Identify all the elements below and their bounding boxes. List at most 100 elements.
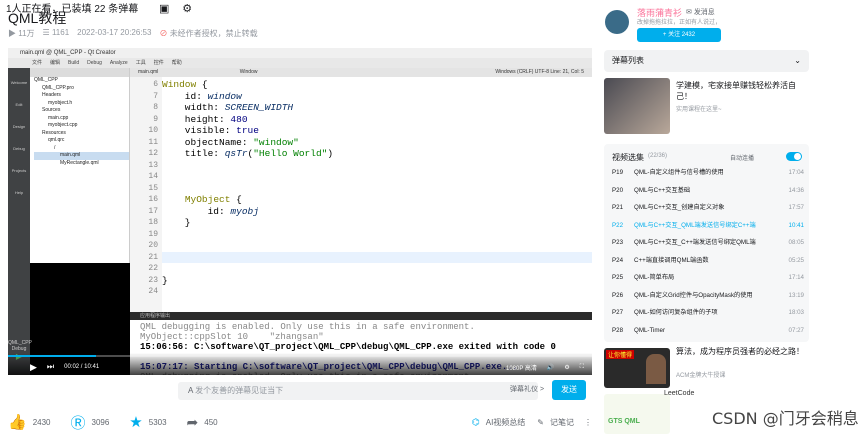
danmaku-toggle-icon[interactable]: ▣ [159, 3, 169, 15]
project-tree-item[interactable]: MyRectangle.qml [34, 160, 129, 168]
share-icon: ➦ [186, 413, 199, 430]
qt-menu-item[interactable]: Debug [87, 58, 102, 68]
view-count: ▶ 11万 [8, 29, 35, 38]
project-tree-item[interactable]: myobject.cpp [34, 122, 129, 130]
episode-number: P26 [612, 291, 624, 299]
autoplay-toggle[interactable] [786, 152, 802, 161]
episode-title: QML-自定义组件与信号槽的使用 [634, 169, 724, 176]
qt-menu-item[interactable]: Analyze [110, 58, 128, 68]
playlist-count: (22/36) [648, 153, 668, 159]
recommend-thumbnail[interactable]: 让你懂得 [604, 348, 670, 388]
recommend-thumbnail-2[interactable]: GTS QML [604, 394, 670, 434]
danmaku-list-header[interactable]: 弹幕列表 ⌄ [604, 50, 809, 72]
episode-title: QML-如何访问复杂组件的子项 [634, 309, 718, 316]
playlist-item[interactable]: P23 QML与C++交互_C++端发送信号绑定QML端 08:05 [612, 234, 804, 251]
line-number: 15 [148, 183, 158, 193]
settings-icon[interactable]: ⚙ [564, 364, 569, 371]
danmaku-settings-icon[interactable]: ⚙ [182, 3, 192, 15]
player-controls: ▶ ⏭ 00:02 / 10:41 1080P 高清 🔊 ⚙ ⛶ [8, 360, 592, 374]
danmaku-etiquette-link[interactable]: 弹幕礼仪 > [510, 384, 544, 394]
play-icon[interactable]: ▶ [30, 362, 37, 373]
episode-number: P24 [612, 256, 624, 264]
star-icon: ★ [129, 414, 143, 431]
ad-title[interactable]: 学建模，宅家接单赚钱轻松养活自己！ [676, 80, 811, 102]
playlist-item[interactable]: P27 QML-如何访问复杂组件的子项 18:03 [612, 304, 804, 321]
qt-menubar: 文件 编辑 Build Debug Analyze 工具 控件 帮助 [8, 58, 592, 68]
editor-tab-bar: main.qml Window Windows (CRLF) UTF-8 Lin… [130, 68, 592, 77]
share-button[interactable]: ➦ 450 [187, 414, 218, 431]
qt-mode-3[interactable]: Debug [8, 134, 30, 156]
danmaku-input[interactable]: A 发个友善的弹幕见证当下 [178, 382, 538, 400]
qt-menu-item[interactable]: 帮助 [172, 58, 182, 68]
project-tree-item[interactable]: main.qml [34, 152, 129, 160]
coin-button[interactable]: Ⓡ 3096 [70, 412, 109, 433]
watermark: CSDN @门牙会稍息 [712, 409, 859, 428]
next-icon[interactable]: ⏭ [47, 362, 54, 372]
qt-mode-0[interactable]: Welcome [8, 68, 30, 90]
playlist-item[interactable]: P19 QML-自定义组件与信号槽的使用 17:04 [612, 164, 804, 181]
qt-menu-item[interactable]: 编辑 [50, 58, 60, 68]
editor-tab[interactable]: main.qml [130, 69, 158, 75]
code-line: height: 480 [162, 113, 248, 125]
quality-selector[interactable]: 1080P 高清 [506, 363, 537, 372]
playlist-item[interactable]: P21 QML与C++交互_创建自定义对象 17:57 [612, 199, 804, 216]
project-tree-item[interactable]: main.cpp [34, 115, 129, 123]
follow-button[interactable]: + 关注 2432 [637, 28, 721, 42]
qt-menu-item[interactable]: Build [68, 58, 79, 68]
project-tree-item[interactable]: / [34, 145, 129, 153]
line-number: 22 [148, 264, 158, 273]
favorite-button[interactable]: ★ 5303 [129, 413, 166, 431]
code-line: width: SCREEN_WIDTH [162, 102, 294, 113]
notes-button[interactable]: ✎ 记笔记 [537, 417, 574, 428]
code-line: visible: true [162, 125, 259, 136]
qt-menu-item[interactable]: 文件 [32, 58, 42, 68]
recommend-title[interactable]: 算法，成为程序员强者的必经之路！ [676, 346, 811, 357]
fullscreen-icon[interactable]: ⛶ [580, 364, 584, 371]
episode-title: QML-简单布局 [634, 274, 675, 281]
playlist-item[interactable]: P26 QML-自定义Grid控件与OpacityMask的使用 13:19 [612, 287, 804, 304]
qt-mode-2[interactable]: Design [8, 112, 30, 134]
project-tree-item[interactable]: Resources [34, 130, 129, 138]
output-tab: 应用程序输出 [130, 312, 592, 320]
playlist-item[interactable]: P20 QML与C++交互基础 14:36 [612, 182, 804, 199]
line-number: 20 [148, 241, 158, 250]
project-tree-item[interactable]: Headers [34, 92, 129, 100]
episode-duration: 17:04 [788, 169, 804, 176]
like-button[interactable]: 👍 2430 [8, 413, 50, 431]
message-link[interactable]: ✉ 发消息 [686, 7, 715, 17]
code-line: title: qsTr("Hello World") [162, 148, 334, 159]
qt-menu-item[interactable]: 工具 [136, 58, 146, 68]
more-button[interactable]: ⋮ [584, 418, 592, 427]
volume-icon[interactable]: 🔊 [547, 364, 554, 371]
qt-mode-4[interactable]: Projects [8, 156, 30, 178]
ad-thumbnail[interactable] [604, 78, 670, 134]
playlist-item[interactable]: P25 QML-简单布局 17:14 [612, 269, 804, 286]
ai-summary-button[interactable]: ⌬ AI视频总结 [472, 417, 525, 428]
video-player[interactable]: main.qml @ QML_CPP - Qt Creator 文件 编辑 Buil… [8, 48, 592, 375]
playlist-item[interactable]: P28 QML-Timer 07:27 [612, 322, 804, 339]
progress-bar[interactable] [8, 355, 592, 357]
project-tree-item[interactable]: QML_CPP [34, 77, 129, 85]
output-line: QML debugging is enabled. Only use this … [140, 322, 475, 332]
qt-mode-5[interactable]: Help [8, 178, 30, 200]
project-tree-item[interactable]: QML_CPP.pro [34, 85, 129, 93]
playlist-item[interactable]: P24 C++端直接调用QML端函数 05:25 [612, 252, 804, 269]
qt-mode-1[interactable]: Edit [8, 90, 30, 112]
episode-number: P23 [612, 239, 624, 246]
playlist-item[interactable]: P22 QML与C++交互_QML端发送信号绑定C++端 10:41 [612, 217, 804, 234]
qt-menu-item[interactable]: 控件 [154, 58, 164, 68]
line-number: 16 [148, 195, 158, 204]
send-button[interactable]: 发送 [552, 380, 586, 400]
danmaku-font-icon[interactable]: A [188, 386, 193, 395]
qt-window-title: main.qml @ QML_CPP - Qt Creator [8, 48, 592, 58]
code-line: } [162, 274, 168, 286]
project-tree-item[interactable]: qml.qrc [34, 137, 129, 145]
project-tree-item[interactable]: Sources [34, 107, 129, 115]
project-tree-item[interactable]: myobject.h [34, 100, 129, 108]
video-meta: ▶ 11万 ☰ 1161 2022-03-17 20:26:53 ⊘ 未经作者授… [8, 28, 258, 39]
uploader-avatar[interactable] [605, 10, 629, 34]
code-editor[interactable]: Window { id: window width: SCREEN_WIDTH … [162, 77, 592, 312]
